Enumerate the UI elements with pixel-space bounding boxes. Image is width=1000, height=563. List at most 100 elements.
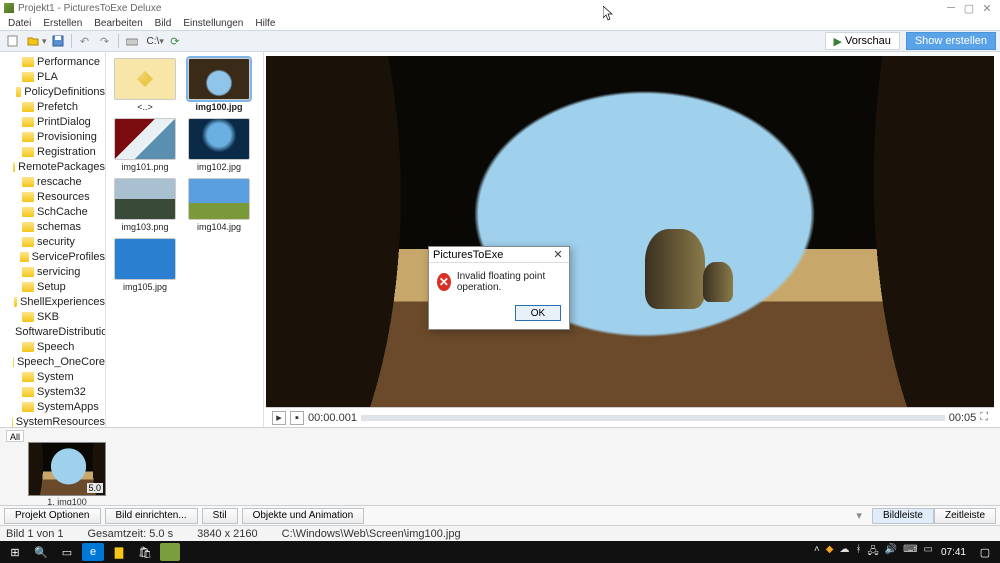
fullscreen-icon[interactable]: ⛶: [980, 411, 988, 424]
objects-animation-button[interactable]: Objekte und Animation: [242, 508, 365, 524]
file-grid[interactable]: <..>img100.jpgimg101.pngimg102.jpgimg103…: [106, 52, 264, 427]
preview-canvas[interactable]: [266, 56, 994, 407]
minimize-button[interactable]: ─: [942, 1, 960, 15]
menu-bild[interactable]: Bild: [151, 18, 176, 29]
start-button[interactable]: ⊞: [4, 543, 26, 561]
collapse-icon[interactable]: ▾: [850, 509, 868, 522]
tray-battery-icon[interactable]: ▭: [924, 544, 933, 561]
tray-onedrive-icon[interactable]: ☁: [839, 544, 849, 561]
search-icon[interactable]: 🔍: [30, 543, 52, 561]
tree-node-provisioning[interactable]: Provisioning: [0, 129, 105, 144]
file-thumb[interactable]: img105.jpg: [112, 238, 178, 292]
project-options-button[interactable]: Projekt Optionen: [4, 508, 101, 524]
tray-bluetooth-icon[interactable]: ᚼ: [855, 544, 861, 561]
tree-node-softwaredistribution[interactable]: SoftwareDistribution: [0, 324, 105, 339]
tree-node-registration[interactable]: Registration: [0, 144, 105, 159]
taskbar-explorer[interactable]: ▇: [108, 543, 130, 561]
image-setup-button[interactable]: Bild einrichten...: [105, 508, 198, 524]
dialog-ok-button[interactable]: OK: [515, 305, 561, 321]
undo-button[interactable]: ↶: [76, 33, 94, 49]
open-dropdown[interactable]: ▾: [42, 36, 47, 47]
tree-node-printdialog[interactable]: PrintDialog: [0, 114, 105, 129]
slide-strip[interactable]: All 5.0 1. img100: [0, 427, 1000, 505]
playback-position: 00:00.001: [308, 412, 357, 424]
file-thumb[interactable]: img103.png: [112, 178, 178, 232]
refresh-button[interactable]: ⟳: [166, 33, 184, 49]
error-dialog: PicturesToExe ✕ ✕ Invalid floating point…: [428, 246, 570, 330]
menu-bar: Datei Erstellen Bearbeiten Bild Einstell…: [0, 16, 1000, 30]
slides-tag[interactable]: All: [6, 430, 24, 442]
tree-node-setup[interactable]: Setup: [0, 279, 105, 294]
tree-node-remotepackages[interactable]: RemotePackages: [0, 159, 105, 174]
tree-node-servicing[interactable]: servicing: [0, 264, 105, 279]
tree-node-systemapps[interactable]: SystemApps: [0, 399, 105, 414]
menu-bearbeiten[interactable]: Bearbeiten: [90, 18, 146, 29]
thumb-image: [114, 238, 176, 280]
tree-node-schcache[interactable]: SchCache: [0, 204, 105, 219]
style-button[interactable]: Stil: [202, 508, 238, 524]
menu-hilfe[interactable]: Hilfe: [251, 18, 279, 29]
tree-node-system32[interactable]: System32: [0, 384, 105, 399]
dialog-titlebar[interactable]: PicturesToExe ✕: [429, 247, 569, 263]
tree-node-rescache[interactable]: rescache: [0, 174, 105, 189]
path-display[interactable]: C:\: [147, 36, 160, 47]
tray-shield-icon[interactable]: ◆: [826, 544, 834, 561]
dialog-close-button[interactable]: ✕: [551, 248, 565, 262]
folder-icon: [22, 312, 34, 322]
close-button[interactable]: ✕: [978, 1, 996, 15]
taskbar-edge[interactable]: e: [82, 543, 104, 561]
tree-node-system[interactable]: System: [0, 369, 105, 384]
path-dropdown[interactable]: ▾: [159, 36, 164, 47]
open-button[interactable]: [24, 33, 42, 49]
tray-up-icon[interactable]: ˄: [814, 544, 820, 561]
drive-icon[interactable]: [123, 33, 141, 49]
system-tray[interactable]: ˄ ◆ ☁ ᚼ 🖧 🔊 ⌨ ▭: [814, 544, 933, 561]
tree-node-policydefinitions[interactable]: PolicyDefinitions: [0, 84, 105, 99]
separator: [71, 34, 72, 48]
timeline-track[interactable]: [361, 415, 945, 421]
folder-tree[interactable]: PerformancePLAPolicyDefinitionsPrefetchP…: [0, 52, 106, 427]
decoration: [645, 229, 705, 309]
tree-node-schemas[interactable]: schemas: [0, 219, 105, 234]
tree-node-shellexperiences[interactable]: ShellExperiences: [0, 294, 105, 309]
menu-erstellen[interactable]: Erstellen: [39, 18, 86, 29]
slide-thumbnail[interactable]: 5.0: [28, 442, 106, 496]
maximize-button[interactable]: ▢: [960, 1, 978, 15]
file-thumb[interactable]: img102.jpg: [186, 118, 252, 172]
file-thumb[interactable]: <..>: [112, 58, 178, 112]
tree-node-prefetch[interactable]: Prefetch: [0, 99, 105, 114]
tree-node-security[interactable]: security: [0, 234, 105, 249]
tree-label: Speech_OneCore: [17, 356, 105, 368]
file-thumb[interactable]: img100.jpg: [186, 58, 252, 112]
tray-volume-icon[interactable]: 🔊: [885, 544, 897, 561]
taskbar-store[interactable]: 🛍: [134, 543, 156, 561]
zeitleiste-tab[interactable]: Zeitleiste: [934, 508, 996, 524]
tray-lang-icon[interactable]: ⌨: [903, 544, 917, 561]
tree-node-resources[interactable]: Resources: [0, 189, 105, 204]
file-thumb[interactable]: img104.jpg: [186, 178, 252, 232]
stop-button[interactable]: ▪: [290, 411, 304, 425]
taskbar-clock[interactable]: 07:41: [937, 547, 970, 558]
save-button[interactable]: [49, 33, 67, 49]
windows-taskbar[interactable]: ⊞ 🔍 ▭ e ▇ 🛍 ˄ ◆ ☁ ᚼ 🖧 🔊 ⌨ ▭ 07:41 ▢: [0, 541, 1000, 563]
play-button[interactable]: ▸: [272, 411, 286, 425]
new-button[interactable]: [4, 33, 22, 49]
tree-node-pla[interactable]: PLA: [0, 69, 105, 84]
tree-node-systemresources[interactable]: SystemResources: [0, 414, 105, 427]
menu-datei[interactable]: Datei: [4, 18, 35, 29]
tree-node-skb[interactable]: SKB: [0, 309, 105, 324]
menu-einstellungen[interactable]: Einstellungen: [179, 18, 247, 29]
file-thumb[interactable]: img101.png: [112, 118, 178, 172]
redo-button[interactable]: ↷: [96, 33, 114, 49]
bildleiste-tab[interactable]: Bildleiste: [872, 508, 934, 524]
task-view-icon[interactable]: ▭: [56, 543, 78, 561]
tree-node-serviceprofiles[interactable]: ServiceProfiles: [0, 249, 105, 264]
tray-network-icon[interactable]: 🖧: [867, 544, 878, 561]
tree-node-speech_onecore[interactable]: Speech_OneCore: [0, 354, 105, 369]
notifications-icon[interactable]: ▢: [974, 543, 996, 561]
tree-node-performance[interactable]: Performance: [0, 54, 105, 69]
preview-button[interactable]: ▶Vorschau: [825, 32, 900, 50]
taskbar-app[interactable]: [160, 543, 180, 561]
tree-node-speech[interactable]: Speech: [0, 339, 105, 354]
create-show-button[interactable]: Show erstellen: [906, 32, 996, 50]
